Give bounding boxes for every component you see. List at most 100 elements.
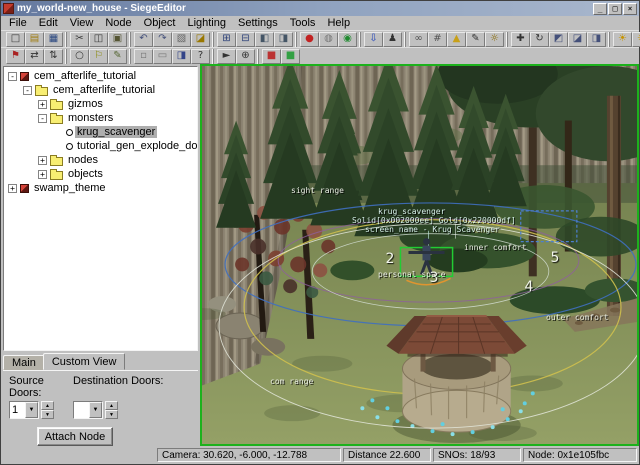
collapse-icon[interactable]: - bbox=[8, 72, 17, 81]
label-com-range: com range bbox=[270, 377, 313, 386]
spin-up-icon[interactable]: ▲ bbox=[41, 401, 54, 410]
mini-node-icon[interactable]: ▫ bbox=[134, 49, 153, 64]
scene-tree[interactable]: -cem_afterlife_tutorial-cem_afterlife_tu… bbox=[3, 66, 198, 351]
save-icon[interactable]: ▦ bbox=[44, 32, 63, 47]
menu-tools[interactable]: Tools bbox=[284, 16, 322, 30]
menu-lighting[interactable]: Lighting bbox=[181, 16, 232, 30]
undo-icon[interactable]: ↶ bbox=[134, 32, 153, 47]
object-window-icon[interactable]: ⊟ bbox=[236, 32, 255, 47]
copy-icon[interactable]: ◫ bbox=[89, 32, 108, 47]
tree-item-gizmos[interactable]: +gizmos bbox=[4, 97, 197, 111]
node-flag-icon[interactable]: ⚑ bbox=[6, 49, 25, 64]
loot-bag-icon[interactable]: ▲ bbox=[447, 32, 466, 47]
sun-light-icon: ☀ bbox=[614, 33, 631, 45]
collapse-icon[interactable]: - bbox=[38, 114, 47, 123]
axis-mover-icon[interactable]: ⊕ bbox=[236, 49, 255, 64]
swap-door-icon[interactable]: ⇄ bbox=[25, 49, 44, 64]
close-button[interactable]: × bbox=[623, 3, 637, 15]
tab-main[interactable]: Main bbox=[3, 355, 45, 370]
select-region-icon[interactable]: ▧ bbox=[172, 32, 191, 47]
mini-object-icon[interactable]: ◨ bbox=[172, 49, 191, 64]
tree-item-tutorial-gen-explode-door-krug-grunt[interactable]: tutorial_gen_explode_door-krug_grunt bbox=[4, 139, 197, 153]
rotate-tool-icon[interactable]: ↻ bbox=[530, 32, 549, 47]
title-bar[interactable]: my_world-new_house - SiegeEditor _ □ × bbox=[1, 1, 639, 16]
tree-item-cem-afterlife-tutorial[interactable]: -cem_afterlife_tutorial bbox=[4, 69, 197, 83]
camera-view-1-icon[interactable]: ◩ bbox=[549, 32, 568, 47]
viewport-3d[interactable]: sight rangekrug_scavengerSolid[0x002000e… bbox=[200, 64, 639, 446]
tree-item-monsters[interactable]: -monsters bbox=[4, 111, 197, 125]
label-outer-comfort: outer comfort bbox=[546, 313, 609, 322]
paste-node-icon[interactable]: ◨ bbox=[274, 32, 293, 47]
expand-icon[interactable]: + bbox=[38, 156, 47, 165]
collapse-icon[interactable]: - bbox=[23, 86, 32, 95]
expand-icon[interactable]: + bbox=[38, 170, 47, 179]
paste-icon[interactable]: ▣ bbox=[108, 32, 127, 47]
toolbar-row-2: ⚑⇄⇅ ○⚐✎ ▫▭◨? ►⊕ ■■ bbox=[1, 47, 639, 64]
expand-icon[interactable]: + bbox=[8, 184, 17, 193]
sun-light-icon[interactable]: ☀ bbox=[613, 32, 632, 47]
attach-node-button[interactable]: Attach Node bbox=[37, 427, 113, 446]
source-doors-stepper: ▲ ▼ bbox=[41, 401, 54, 419]
tree-item-krug-scavenger[interactable]: krug_scavenger bbox=[4, 125, 197, 139]
tree-item-nodes[interactable]: +nodes bbox=[4, 153, 197, 167]
node-icon bbox=[20, 72, 29, 81]
spot-light-icon[interactable]: ☼ bbox=[485, 32, 504, 47]
chevron-down-icon[interactable]: ▼ bbox=[89, 402, 102, 418]
query-icon[interactable]: ? bbox=[191, 49, 210, 64]
pointer-icon: ► bbox=[218, 50, 235, 62]
camera-view-2-icon[interactable]: ◪ bbox=[568, 32, 587, 47]
menu-file[interactable]: File bbox=[3, 16, 33, 30]
world-icon[interactable]: ◉ bbox=[338, 32, 357, 47]
cut-icon[interactable]: ✂ bbox=[70, 32, 89, 47]
gizmo-link-icon[interactable]: ∞ bbox=[409, 32, 428, 47]
open-folder-icon[interactable]: ▤ bbox=[25, 32, 44, 47]
multi-light-icon[interactable]: ✳ bbox=[632, 32, 640, 47]
menu-help[interactable]: Help bbox=[321, 16, 356, 30]
spin-down-icon[interactable]: ▼ bbox=[105, 410, 118, 419]
drop-to-ground-icon[interactable]: ⇩ bbox=[364, 32, 383, 47]
redo-icon: ↷ bbox=[154, 33, 171, 45]
expand-icon[interactable]: + bbox=[38, 100, 47, 109]
destination-doors-select[interactable]: ▼ bbox=[73, 401, 103, 419]
spin-up-icon[interactable]: ▲ bbox=[105, 401, 118, 410]
eraser-icon[interactable]: ◪ bbox=[191, 32, 210, 47]
object-window-icon: ⊟ bbox=[237, 33, 254, 45]
menu-edit[interactable]: Edit bbox=[33, 16, 64, 30]
place-actor-icon[interactable]: ♟ bbox=[383, 32, 402, 47]
menu-settings[interactable]: Settings bbox=[232, 16, 284, 30]
tree-item-cem-afterlife-tutorial[interactable]: -cem_afterlife_tutorial bbox=[4, 83, 197, 97]
redo-icon[interactable]: ↷ bbox=[153, 32, 172, 47]
green-node-icon: ■ bbox=[282, 50, 299, 62]
menu-object[interactable]: Object bbox=[138, 16, 182, 30]
tree-item-objects[interactable]: +objects bbox=[4, 167, 197, 181]
anchor-hash-icon[interactable]: # bbox=[428, 32, 447, 47]
fill-bucket-icon[interactable]: ◍ bbox=[319, 32, 338, 47]
tab-custom-view[interactable]: Custom View bbox=[43, 353, 126, 370]
brush-icon[interactable]: ✎ bbox=[108, 49, 127, 64]
minimize-button[interactable]: _ bbox=[593, 3, 607, 15]
new-icon[interactable]: □ bbox=[6, 32, 25, 47]
menu-node[interactable]: Node bbox=[99, 16, 137, 30]
mini-object-icon: ◨ bbox=[173, 50, 190, 62]
chevron-down-icon[interactable]: ▼ bbox=[25, 402, 38, 418]
pointer-icon[interactable]: ► bbox=[217, 49, 236, 64]
menu-view[interactable]: View bbox=[64, 16, 100, 30]
source-doors-select[interactable]: 1 ▼ bbox=[9, 401, 39, 419]
copy-node-icon[interactable]: ◧ bbox=[255, 32, 274, 47]
restore-button[interactable]: □ bbox=[608, 3, 622, 15]
move-tool-icon[interactable]: ✚ bbox=[511, 32, 530, 47]
delete-node-icon[interactable]: ● bbox=[300, 32, 319, 47]
sort-nodes-icon[interactable]: ⇅ bbox=[44, 49, 63, 64]
flag-marker-icon[interactable]: ⚐ bbox=[89, 49, 108, 64]
folder-icon bbox=[50, 171, 63, 180]
camera-view-3-icon[interactable]: ◨ bbox=[587, 32, 606, 47]
mini-slab-icon[interactable]: ▭ bbox=[153, 49, 172, 64]
tree-item-swamp-theme[interactable]: +swamp_theme bbox=[4, 181, 197, 195]
draw-line-icon[interactable]: ✎ bbox=[466, 32, 485, 47]
circle-select-icon[interactable]: ○ bbox=[70, 49, 89, 64]
red-node-icon[interactable]: ■ bbox=[262, 49, 281, 64]
green-node-icon[interactable]: ■ bbox=[281, 49, 300, 64]
world-icon: ◉ bbox=[339, 33, 356, 45]
spin-down-icon[interactable]: ▼ bbox=[41, 410, 54, 419]
node-window-icon[interactable]: ⊞ bbox=[217, 32, 236, 47]
